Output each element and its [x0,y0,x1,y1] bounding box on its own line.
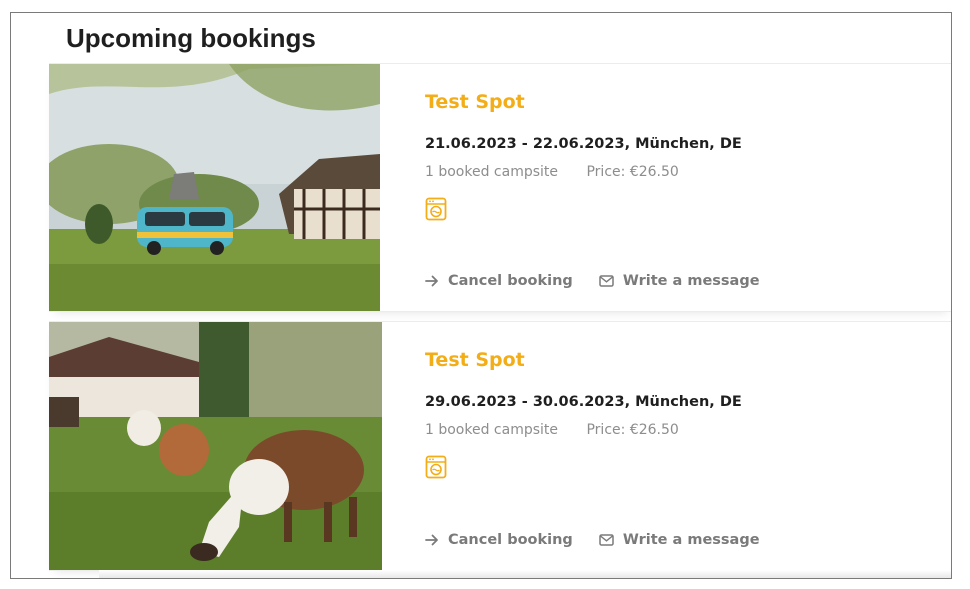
spot-title-link[interactable]: Test Spot [425,91,525,113]
write-message-label: Write a message [622,273,760,289]
alpacas-photo [49,322,382,570]
booked-campsites: 1 booked campsite [425,422,559,438]
booking-price: Price: €26.50 [586,164,679,180]
booking-card: Test Spot 21.06.2023 - 22.06.2023, Münch… [49,63,951,312]
booking-info: Test Spot 29.06.2023 - 30.06.2023, Münch… [425,322,951,570]
spot-photo[interactable] [49,64,380,311]
spot-title-link[interactable]: Test Spot [425,349,525,371]
list-bottom-shadow [99,570,951,578]
cancel-booking-button[interactable]: Cancel booking [425,532,573,548]
cancel-booking-label: Cancel booking [448,532,573,548]
booking-meta: 1 booked campsite Price: €26.50 [425,422,679,438]
write-message-label: Write a message [622,532,760,548]
cancel-booking-label: Cancel booking [448,273,573,289]
arrow-right-icon [425,534,438,546]
booking-price: Price: €26.50 [586,422,679,438]
write-message-button[interactable]: Write a message [599,532,760,548]
camper-van-photo [49,64,380,311]
envelope-icon [599,275,614,287]
spot-photo[interactable] [49,322,382,570]
page-title: Upcoming bookings [66,23,316,53]
booking-info: Test Spot 21.06.2023 - 22.06.2023, Münch… [425,64,951,311]
washing-machine-icon [425,455,447,479]
cancel-booking-button[interactable]: Cancel booking [425,273,573,289]
booking-actions: Cancel booking Write a message [425,532,760,548]
arrow-right-icon [425,275,438,287]
booking-actions: Cancel booking Write a message [425,273,760,289]
envelope-icon [599,534,614,546]
booking-dates: 21.06.2023 - 22.06.2023, München, DE [425,136,742,152]
write-message-button[interactable]: Write a message [599,273,760,289]
booking-meta: 1 booked campsite Price: €26.50 [425,164,679,180]
washing-machine-icon [425,197,447,221]
bookings-panel: Upcoming bookings Test Spot 21.06.2023 -… [10,12,952,579]
booking-dates: 29.06.2023 - 30.06.2023, München, DE [425,394,742,410]
booked-campsites: 1 booked campsite [425,164,559,180]
booking-card: Test Spot 29.06.2023 - 30.06.2023, Münch… [49,321,951,571]
